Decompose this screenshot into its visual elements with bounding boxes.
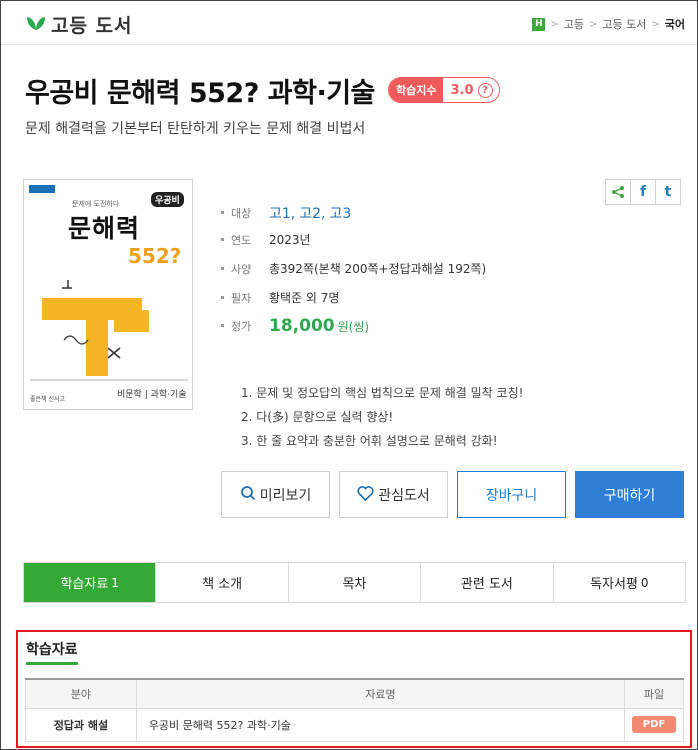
info-spec: 사양 총392쪽(본책 200쪽+정답과해설 192쪽) — [221, 260, 486, 277]
help-icon[interactable]: ? — [477, 82, 493, 98]
info-label: 필자 — [221, 290, 269, 306]
logo[interactable]: 고등 도서 — [25, 11, 133, 38]
tab-related-books[interactable]: 관련 도서 — [420, 563, 552, 602]
breadcrumb-current[interactable]: 국어 — [665, 16, 685, 32]
chevron-right-icon: > — [588, 18, 598, 30]
buy-button[interactable]: 구매하기 — [575, 471, 684, 518]
grade-link-1[interactable]: 고1, — [269, 203, 295, 223]
tab-label: 학습자료 — [60, 577, 109, 592]
page-subtitle: 문제 해결력을 기본부터 탄탄하게 키우는 문제 해결 비법서 — [25, 121, 366, 137]
list-item: 2. 다(多) 문항으로 실력 향상! — [241, 410, 394, 424]
info-price: 정가 18,000 원(씽) — [221, 316, 369, 336]
grade-link-3[interactable]: 고3 — [330, 203, 352, 223]
chevron-right-icon: > — [550, 18, 559, 30]
preview-label: 미리보기 — [259, 486, 312, 503]
feature-list: 1. 문제 및 정오답의 핵심 법칙으로 문제 해결 밀착 코칭! 2. 다(多… — [241, 381, 523, 453]
tab-label: 책 소개 — [202, 577, 243, 592]
pdf-download-button[interactable]: PDF — [631, 716, 677, 733]
share-buttons: f t — [605, 179, 681, 205]
section-title: 학습자료 — [26, 639, 78, 665]
price-value: 18,000 — [269, 316, 335, 336]
cart-button[interactable]: 장바구니 — [457, 471, 566, 518]
cell-category: 정답과 해설 — [25, 707, 137, 742]
cell-file: PDF — [624, 707, 684, 742]
info-label: 사양 — [221, 261, 269, 277]
study-index-label: 학습지수 — [389, 78, 444, 102]
info-year: 연도 2023년 — [221, 231, 311, 248]
book-cover[interactable]: 우공비 문제에 도전하다 문해력 552? 비문학 | 과학·기술 좋은책 신사… — [23, 179, 193, 410]
preview-button[interactable]: 미리보기 — [221, 471, 330, 518]
study-materials-section: 학습자료 분야 자료명 파일 정답과 해설 우공비 문해력 552? 과학·기술… — [16, 630, 692, 748]
materials-table: 분야 자료명 파일 정답과 해설 우공비 문해력 552? 과학·기술 PDF — [25, 678, 684, 742]
logo-text: 고등 도서 — [51, 15, 133, 37]
wishlist-label: 관심도서 — [378, 486, 430, 503]
heart-icon — [357, 485, 374, 504]
table-header-row: 분야 자료명 파일 — [25, 678, 684, 709]
tab-bar: 학습자료 1 책 소개 목차 관련 도서 독자서평 0 — [23, 562, 686, 603]
grade-link-2[interactable]: 고2, — [299, 203, 325, 223]
tab-count: 1 — [111, 575, 119, 590]
study-index-badge: 학습지수 3.0 ? — [388, 77, 500, 103]
action-buttons: 미리보기 관심도서 장바구니 구매하기 — [221, 471, 684, 518]
breadcrumb: H > 고등 > 고등 도서 > 국어 — [532, 16, 685, 32]
info-value: 2023년 — [269, 233, 311, 247]
tab-label: 목차 — [342, 577, 367, 592]
study-index-number: 3.0 — [450, 82, 474, 98]
breadcrumb-item[interactable]: 고등 도서 — [602, 16, 646, 32]
list-item: 1. 문제 및 정오답의 핵심 법칙으로 문제 해결 밀착 코칭! — [241, 386, 524, 400]
tab-label: 관련 도서 — [460, 577, 513, 592]
column-header: 분야 — [25, 678, 137, 709]
top-bar: 고등 도서 H > 고등 > 고등 도서 > 국어 — [1, 1, 697, 45]
tab-contents[interactable]: 목차 — [287, 563, 420, 602]
info-target: 대상 고1, 고2, 고3 — [221, 203, 355, 223]
info-label: 정가 — [221, 318, 269, 334]
table-row: 정답과 해설 우공비 문해력 552? 과학·기술 PDF — [25, 707, 684, 742]
study-index-value: 3.0 ? — [443, 78, 499, 102]
high-school-badge: H — [532, 17, 546, 31]
search-icon — [240, 485, 256, 504]
info-author: 필자 황택준 외 7명 — [221, 289, 339, 306]
cover-publisher: 좋은책 신사고 — [30, 396, 66, 403]
wishlist-button[interactable]: 관심도서 — [339, 471, 448, 518]
price-unit: 원(씽) — [337, 319, 370, 334]
tab-reviews[interactable]: 독자서평 0 — [552, 563, 685, 602]
tab-label: 독자서평 — [590, 577, 638, 592]
tab-study-materials[interactable]: 학습자료 1 — [24, 563, 156, 602]
chevron-right-icon: > — [651, 18, 660, 30]
page-title: 우공비 문해력 552? 과학·기술 — [25, 78, 375, 109]
leaf-logo-icon — [25, 14, 47, 36]
list-item: 3. 한 줄 요약과 충분한 어휘 설명으로 문해력 강화! — [241, 434, 498, 448]
info-value: 총392쪽(본책 200쪽+정답과해설 192쪽) — [269, 262, 487, 276]
info-label: 대상 — [221, 205, 269, 221]
cell-name: 우공비 문해력 552? 과학·기술 — [135, 707, 626, 742]
cover-art — [30, 280, 188, 381]
column-header: 파일 — [624, 678, 684, 709]
share-icon[interactable] — [605, 179, 631, 205]
info-label: 연도 — [221, 232, 269, 248]
facebook-icon[interactable]: f — [630, 179, 656, 205]
tab-count: 0 — [640, 575, 649, 590]
info-value: 황택준 외 7명 — [269, 291, 340, 305]
breadcrumb-item[interactable]: 고등 — [564, 16, 584, 32]
tab-book-intro[interactable]: 책 소개 — [155, 563, 287, 602]
cover-footer: 비문학 | 과학·기술 — [117, 390, 187, 400]
twitter-icon[interactable]: t — [655, 179, 681, 205]
column-header: 자료명 — [135, 678, 626, 709]
